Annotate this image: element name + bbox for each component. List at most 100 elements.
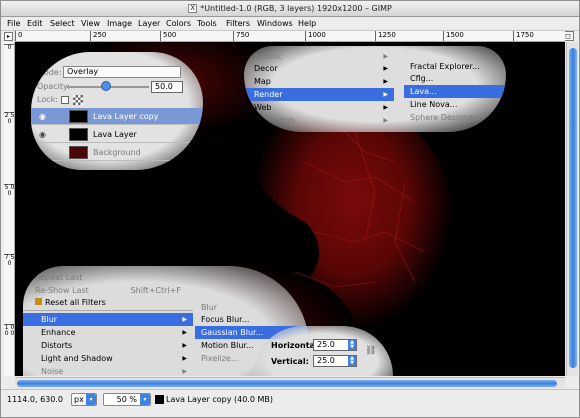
ruler-label: 1000 [305, 31, 326, 41]
separator [23, 310, 193, 311]
opacity-slider-knob[interactable] [101, 81, 111, 91]
lock-alpha-icon[interactable] [73, 95, 83, 105]
menu-image[interactable]: Image [107, 19, 132, 29]
chain-link-icon[interactable]: ⛓ [365, 346, 376, 356]
menu-item-blur[interactable]: Blur ▶ [23, 313, 193, 326]
ruler-label: 500 [160, 31, 176, 41]
submenu-arrow-icon: ▶ [182, 342, 187, 349]
layer-thumbnail [69, 146, 88, 159]
menu-item-decor[interactable]: Decor ▶ [244, 62, 394, 75]
menu-item-enhance[interactable]: Enhance ▶ [23, 326, 193, 339]
layer-thumbnail [69, 128, 88, 141]
menu-colors[interactable]: Colors [166, 19, 191, 29]
unit-select[interactable]: px ▾ [71, 393, 97, 406]
ruler-label: 1250 [375, 31, 396, 41]
layer-info: Lava Layer copy (40.0 MB) [155, 394, 273, 406]
vertical-ruler: 0 2 5 0 5 0 0 7 5 0 1 0 0 0 [4, 42, 15, 376]
ruler-label: 5 0 0 [4, 184, 15, 197]
eye-icon[interactable]: ◉ [39, 112, 48, 121]
item-label: Animation [254, 116, 295, 125]
menu-item-reset-all-filters[interactable]: Reset all Filters [23, 296, 183, 309]
render-item[interactable]: Sphere Designer... [404, 111, 506, 124]
item-label: Decor [254, 64, 278, 73]
submenu-arrow-icon: ▶ [383, 91, 388, 98]
menu-layer[interactable]: Layer [138, 19, 160, 29]
render-item[interactable]: Cflg... [404, 72, 506, 85]
horizontal-input[interactable]: 25.0 ▲ ▼ [313, 339, 357, 351]
horizontal-scrollbar[interactable] [15, 377, 565, 388]
status-bar: 1114.0, 630.0 px ▾ 50 % ▾ Lava Layer copy … [1, 389, 579, 417]
layers-dialog: Mode: Overlay Opacity: 50.0 Lock: ◉ Lava… [31, 52, 203, 170]
layer-row[interactable]: ◉ Lava Layer copy [31, 108, 203, 125]
item-label: Repeat Last [35, 273, 83, 282]
submenu-arrow-icon: ▶ [182, 329, 187, 336]
title-bar: X *Untitled-1.0 (RGB, 3 layers) 1920x1200… [1, 1, 579, 17]
menu-item-animation[interactable]: Animation ▶ [244, 114, 394, 127]
image-canvas[interactable]: Mode: Overlay Opacity: 50.0 Lock: ◉ Lava… [15, 42, 565, 376]
menu-bar: File Edit Select View Image Layer Colors… [1, 17, 579, 31]
opacity-input[interactable]: 50.0 [151, 81, 183, 93]
zoom-select[interactable]: 50 % ▾ [103, 393, 151, 406]
layer-row[interactable]: ◉ Lava Layer [31, 126, 203, 143]
ruler-label: 1500 [443, 31, 464, 41]
horizontal-scroll-thumb[interactable] [17, 380, 557, 387]
menu-item-light-and-shadow[interactable]: Light and Shadow ▶ [23, 352, 193, 365]
menu-edit[interactable]: Edit [27, 19, 43, 29]
ruler-label: 750 [233, 31, 249, 41]
item-label: Enhance [41, 328, 76, 337]
layer-name: Lava Layer copy [93, 112, 159, 121]
menu-file[interactable]: File [7, 19, 20, 29]
menu-help[interactable]: Help [298, 19, 316, 29]
submenu-arrow-icon: ▶ [182, 355, 187, 362]
item-label: Artistic [254, 52, 283, 61]
eye-icon[interactable]: ◉ [39, 130, 48, 139]
spin-arrows-icon[interactable]: ▲ ▼ [348, 340, 356, 350]
menu-view[interactable]: View [81, 19, 100, 29]
lock-checkbox[interactable] [61, 96, 69, 104]
menu-item-repeat-last[interactable]: Repeat Last [23, 271, 183, 284]
item-label: Blur [41, 315, 58, 324]
menu-item-web[interactable]: Web ▶ [244, 101, 394, 114]
menu-tools[interactable]: Tools [197, 19, 217, 29]
item-label: Distorts [41, 341, 73, 350]
layer-icon [155, 395, 164, 404]
ruler-label: 0 [15, 31, 22, 41]
layer-name: Lava Layer [93, 130, 137, 139]
submenu-arrow-icon: ▶ [182, 368, 187, 375]
item-label: Re-Show Last [35, 286, 89, 295]
submenu-arrow-icon: ▶ [182, 316, 187, 323]
render-item-lava[interactable]: Lava... [404, 85, 506, 98]
vertical-input[interactable]: 25.0 ▲ ▼ [313, 355, 357, 367]
menu-windows[interactable]: Windows [257, 19, 293, 29]
mode-select[interactable]: Overlay [63, 66, 181, 78]
reset-icon [35, 298, 42, 305]
menu-item-distorts[interactable]: Distorts ▶ [23, 339, 193, 352]
vertical-scrollbar[interactable] [566, 42, 578, 376]
menu-select[interactable]: Select [50, 19, 75, 29]
horizontal-ruler: 0 250 500 750 1000 1250 1500 1750 [15, 31, 565, 42]
render-item[interactable]: Line Nova... [404, 98, 506, 111]
blur-item[interactable]: Focus Blur... [195, 313, 309, 326]
menu-item-noise[interactable]: Noise ▶ [23, 365, 193, 376]
layer-row[interactable]: Background [31, 144, 203, 161]
quick-mask-button[interactable]: ▸ [4, 32, 13, 41]
gimp-window: X *Untitled-1.0 (RGB, 3 layers) 1920x1200… [0, 0, 580, 418]
menu-filters[interactable]: Filters [226, 19, 250, 29]
spin-arrows-icon[interactable]: ▲ ▼ [348, 356, 356, 366]
ruler-label: 0 [4, 44, 14, 51]
submenu-arrow-icon: ▶ [383, 117, 388, 124]
mode-label: Mode: [37, 68, 62, 77]
menu-item-render[interactable]: Render ▶ [244, 88, 394, 101]
ruler-label: 1750 [513, 31, 534, 41]
zoom-value: 50 % [116, 395, 137, 404]
filters-menu: Artistic ▶ Decor ▶ Map ▶ Render ▶ Web ▶ Anima… [244, 46, 506, 132]
vertical-value: 25.0 [317, 356, 335, 365]
layer-info-text: Lava Layer copy (40.0 MB) [166, 395, 274, 404]
pointer-coordinates: 1114.0, 630.0 [7, 395, 63, 404]
vertical-scroll-thumb[interactable] [569, 48, 577, 368]
menu-item-map[interactable]: Map ▶ [244, 75, 394, 88]
ruler-label: 7 5 0 [4, 254, 15, 267]
item-label: Light and Shadow [41, 354, 113, 363]
ruler-label: 2 5 0 [4, 112, 15, 125]
submenu-arrow-icon: ▶ [383, 104, 388, 111]
